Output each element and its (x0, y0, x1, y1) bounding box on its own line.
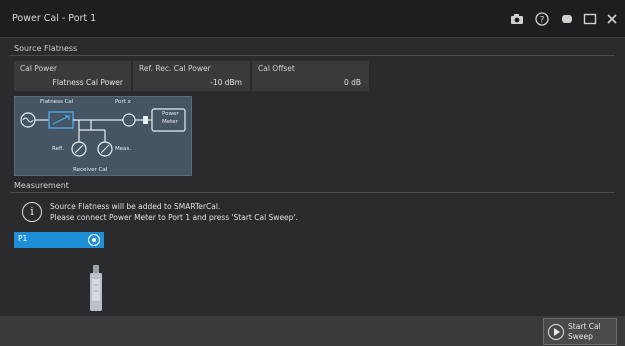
calibration-diagram: Flatness Cal Port x Power Meter Refl. Me… (14, 96, 192, 176)
info-message-line1: Source Flatness will be added to SMARTer… (50, 202, 221, 211)
help-icon[interactable]: ? (533, 10, 551, 28)
section-divider (10, 192, 615, 193)
title-bar: Power Cal - Port 1 ? (0, 0, 625, 38)
power-meter-icon (88, 265, 104, 313)
refl-label: Refl. (52, 146, 65, 152)
flatness-cal-label: Flatness Cal (40, 99, 74, 105)
power-meter-label-2: Meter (162, 119, 178, 125)
meas-label: Meas. (115, 146, 132, 152)
play-icon (548, 324, 564, 340)
start-cal-sweep-button[interactable]: Start Cal Sweep (543, 318, 617, 345)
footer-bar (0, 316, 625, 346)
maximize-icon[interactable] (581, 10, 599, 28)
window-title: Power Cal - Port 1 (12, 13, 97, 24)
target-icon[interactable] (88, 234, 100, 246)
camera-icon[interactable] (508, 10, 526, 28)
restore-icon[interactable] (558, 10, 576, 28)
cal-power-label: Cal Power (20, 64, 57, 73)
cal-power-field[interactable]: Cal Power Flatness Cal Power (14, 61, 131, 91)
start-cal-sweep-label: Start Cal Sweep (568, 322, 601, 341)
cal-offset-value: 0 dB (343, 78, 361, 87)
ref-rec-cal-power-value: -10 dBm (210, 78, 242, 87)
port-p1-selector[interactable]: P1 (14, 232, 104, 248)
cal-power-value: Flatness Cal Power (52, 78, 123, 87)
port-x-label: Port x (115, 99, 131, 105)
cal-offset-label: Cal Offset (258, 64, 295, 73)
receiver-cal-label: Receiver Cal (73, 167, 108, 173)
section-divider (10, 55, 615, 56)
diagram-graphic (20, 108, 186, 157)
ref-rec-cal-power-field[interactable]: Ref. Rec. Cal Power -10 dBm (133, 61, 250, 91)
cal-offset-field[interactable]: Cal Offset 0 dB (252, 61, 369, 91)
info-icon: i (22, 202, 42, 222)
ref-rec-cal-power-label: Ref. Rec. Cal Power (139, 64, 211, 73)
svg-text:?: ? (540, 16, 545, 26)
source-flatness-heading: Source Flatness (14, 44, 78, 53)
power-meter-label-1: Power (162, 111, 179, 117)
close-icon[interactable] (603, 10, 621, 28)
info-message-line2: Please connect Power Meter to Port 1 and… (50, 213, 298, 222)
measurement-heading: Measurement (14, 181, 69, 190)
port-p1-label: P1 (18, 234, 28, 243)
